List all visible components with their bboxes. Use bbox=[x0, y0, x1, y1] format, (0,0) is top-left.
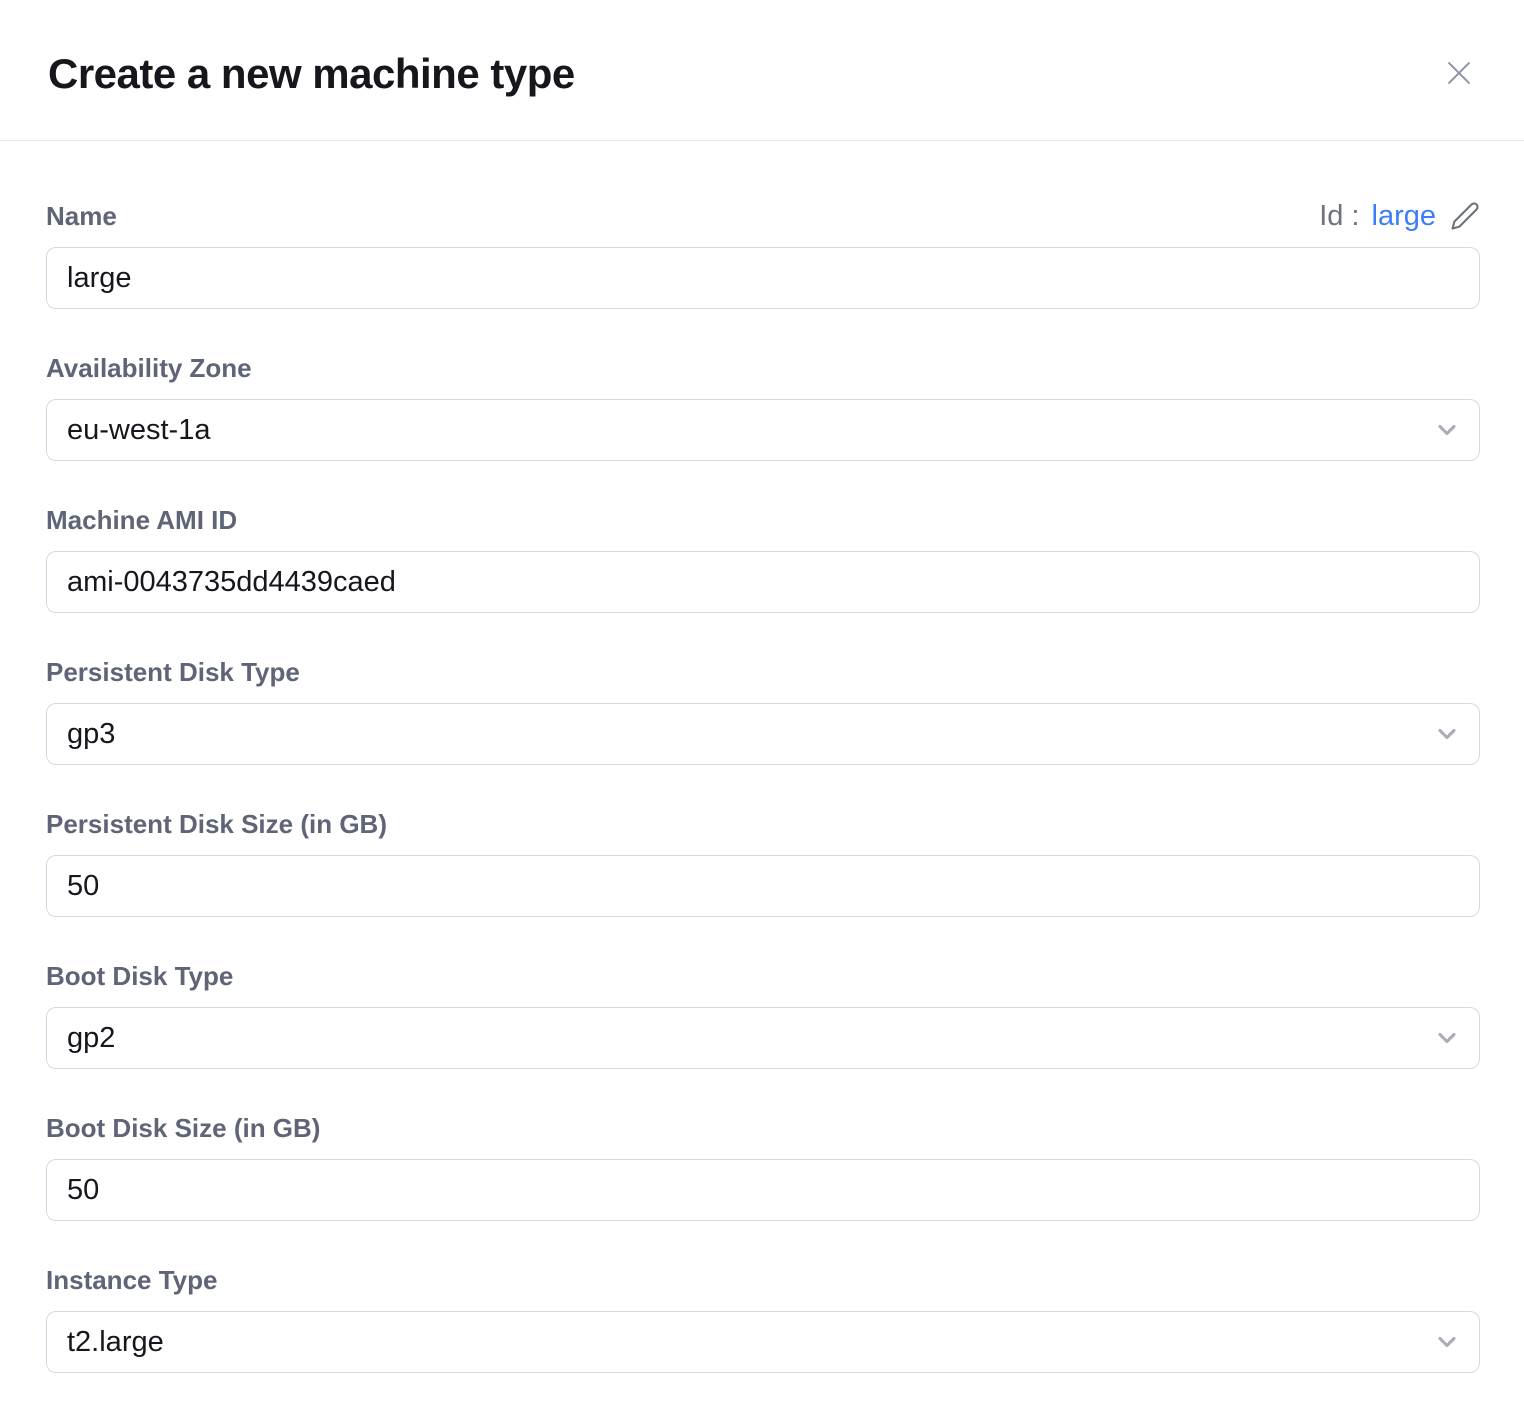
chevron-down-icon bbox=[1433, 1328, 1461, 1356]
instance-type-select[interactable]: t2.large bbox=[46, 1311, 1480, 1373]
field-persistent-disk-size: Persistent Disk Size (in GB) bbox=[46, 809, 1480, 917]
availability-zone-select[interactable]: eu-west-1a bbox=[46, 399, 1480, 461]
id-label: Id : bbox=[1319, 201, 1359, 231]
name-input[interactable] bbox=[46, 247, 1480, 309]
boot-disk-type-select[interactable]: gp2 bbox=[46, 1007, 1480, 1069]
field-instance-type: Instance Type t2.large bbox=[46, 1265, 1480, 1373]
boot-disk-size-input[interactable] bbox=[46, 1159, 1480, 1221]
chevron-down-icon bbox=[1433, 720, 1461, 748]
boot-disk-type-label: Boot Disk Type bbox=[46, 961, 1480, 991]
persistent-disk-type-select[interactable]: gp3 bbox=[46, 703, 1480, 765]
field-name: Name Id : large bbox=[46, 201, 1480, 309]
field-machine-ami-id: Machine AMI ID bbox=[46, 505, 1480, 613]
id-display: Id : large bbox=[1319, 201, 1480, 231]
instance-type-label: Instance Type bbox=[46, 1265, 1480, 1295]
instance-type-value: t2.large bbox=[67, 1326, 164, 1359]
availability-zone-label: Availability Zone bbox=[46, 353, 1480, 383]
field-boot-disk-size: Boot Disk Size (in GB) bbox=[46, 1113, 1480, 1221]
modal-title: Create a new machine type bbox=[48, 50, 575, 98]
persistent-disk-type-value: gp3 bbox=[67, 718, 115, 751]
field-boot-disk-type: Boot Disk Type gp2 bbox=[46, 961, 1480, 1069]
id-value-link[interactable]: large bbox=[1372, 201, 1437, 231]
boot-disk-type-value: gp2 bbox=[67, 1022, 115, 1055]
chevron-down-icon bbox=[1433, 1024, 1461, 1052]
machine-ami-id-input[interactable] bbox=[46, 551, 1480, 613]
machine-ami-id-label: Machine AMI ID bbox=[46, 505, 1480, 535]
name-field-head: Name Id : large bbox=[46, 201, 1480, 231]
persistent-disk-type-label: Persistent Disk Type bbox=[46, 657, 1480, 687]
chevron-down-icon bbox=[1433, 416, 1461, 444]
field-persistent-disk-type: Persistent Disk Type gp3 bbox=[46, 657, 1480, 765]
modal-header: Create a new machine type bbox=[0, 0, 1524, 141]
create-machine-type-modal: Create a new machine type Name Id : larg… bbox=[0, 0, 1524, 1418]
x-icon bbox=[1442, 78, 1476, 93]
name-label: Name bbox=[46, 201, 117, 231]
edit-id-button[interactable] bbox=[1450, 201, 1480, 231]
persistent-disk-size-input[interactable] bbox=[46, 855, 1480, 917]
close-button[interactable] bbox=[1438, 52, 1480, 94]
modal-body: Name Id : large Availability Zo bbox=[0, 141, 1524, 1373]
persistent-disk-size-label: Persistent Disk Size (in GB) bbox=[46, 809, 1480, 839]
field-availability-zone: Availability Zone eu-west-1a bbox=[46, 353, 1480, 461]
pencil-icon bbox=[1450, 219, 1480, 234]
boot-disk-size-label: Boot Disk Size (in GB) bbox=[46, 1113, 1480, 1143]
availability-zone-value: eu-west-1a bbox=[67, 414, 210, 447]
